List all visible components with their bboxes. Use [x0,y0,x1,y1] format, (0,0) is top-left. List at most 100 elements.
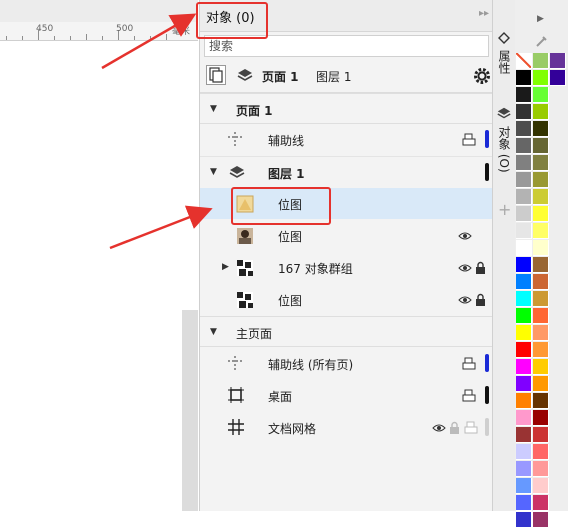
color-swatch[interactable] [516,512,532,528]
color-swatch[interactable] [533,495,549,511]
color-swatch[interactable] [533,393,549,409]
color-swatch[interactable] [516,291,532,307]
current-layer-label[interactable]: 图层 1 [316,68,351,85]
color-swatch[interactable] [533,172,549,188]
color-swatch[interactable] [533,257,549,273]
color-swatch[interactable] [516,342,532,358]
expand-arrow-icon[interactable]: ▶ [222,262,229,272]
no-color-swatch[interactable] [516,53,532,69]
tree-row-layer-1[interactable]: ▼ 图层 1 [200,156,493,188]
color-swatch[interactable] [533,240,549,256]
lock-icon[interactable] [475,261,486,274]
color-swatch[interactable] [533,155,549,171]
color-swatch[interactable] [516,427,532,443]
printer-icon[interactable] [462,133,476,147]
tree-row-desktop[interactable]: 桌面 [200,380,493,411]
tree-row-guides[interactable]: 辅助线 [200,124,493,155]
collapse-panel-icon[interactable]: ▸▸ [479,8,489,19]
collapse-arrow-icon[interactable]: ▼ [210,327,217,337]
color-swatch[interactable] [533,53,549,69]
color-swatch[interactable] [516,206,532,222]
gear-icon[interactable] [472,66,492,86]
current-page-label[interactable]: 页面 1 [262,68,299,85]
color-swatch[interactable] [533,325,549,341]
printer-icon[interactable] [462,389,476,403]
tab-properties[interactable]: 属性 [495,50,513,74]
color-swatch[interactable] [516,274,532,290]
printer-icon[interactable] [464,421,478,435]
color-swatch[interactable] [533,104,549,120]
color-swatch[interactable] [516,104,532,120]
color-swatch[interactable] [533,427,549,443]
color-swatch[interactable] [516,240,532,256]
color-swatch[interactable] [533,291,549,307]
tree-row-document-grid[interactable]: 文档网格 [200,412,493,443]
color-swatch[interactable] [533,308,549,324]
color-swatch[interactable] [516,87,532,103]
page-icon [209,67,223,83]
color-swatch[interactable] [533,138,549,154]
layers-icon [237,69,253,81]
color-swatch[interactable] [533,512,549,528]
color-swatch[interactable] [550,53,566,69]
tree-row-guides-all[interactable]: 辅助线 (所有页) [200,348,493,379]
color-swatch[interactable] [516,121,532,137]
horizontal-ruler[interactable]: 450 500 毫米 [0,22,198,41]
eye-icon[interactable] [458,262,472,274]
color-swatch[interactable] [533,359,549,375]
collapse-arrow-icon[interactable]: ▼ [210,104,217,114]
tab-objects[interactable]: 对象 (O) [495,126,513,173]
color-swatch[interactable] [516,325,532,341]
tree-row-group[interactable]: ▶ 167 对象群组 [200,252,493,283]
color-swatch[interactable] [516,410,532,426]
color-swatch[interactable] [516,138,532,154]
drawing-canvas[interactable] [0,0,198,511]
color-swatch[interactable] [516,257,532,273]
color-swatch[interactable] [533,342,549,358]
color-swatch[interactable] [533,478,549,494]
eye-icon[interactable] [432,422,446,434]
color-swatch[interactable] [533,121,549,137]
color-swatch[interactable] [533,223,549,239]
color-swatch[interactable] [516,308,532,324]
search-input[interactable] [205,36,483,56]
master-page-label: 主页面 [236,327,273,341]
page-1-header[interactable]: ▼ 页面 1 [200,93,493,124]
color-swatch[interactable] [516,495,532,511]
color-swatch[interactable] [550,70,566,86]
color-swatch[interactable] [533,461,549,477]
palette-scroll-up-icon[interactable]: ▶ [537,14,544,24]
color-swatch[interactable] [533,70,549,86]
color-swatch[interactable] [533,376,549,392]
color-swatch[interactable] [516,478,532,494]
color-swatch[interactable] [533,444,549,460]
master-page-header[interactable]: ▼ 主页面 [200,316,493,347]
color-swatch[interactable] [516,393,532,409]
lock-icon[interactable] [449,421,460,434]
add-docker-icon[interactable]: + [498,200,511,219]
collapse-arrow-icon[interactable]: ▼ [210,167,217,177]
color-swatch[interactable] [533,206,549,222]
eye-icon[interactable] [458,294,472,306]
tree-row-bitmap[interactable]: 位图 [200,284,493,315]
new-page-button[interactable] [206,65,226,85]
color-swatch[interactable] [516,376,532,392]
lock-icon[interactable] [475,293,486,306]
color-swatch[interactable] [516,461,532,477]
color-swatch[interactable] [516,155,532,171]
color-swatch[interactable] [516,189,532,205]
color-swatch[interactable] [533,189,549,205]
color-swatch[interactable] [516,444,532,460]
color-swatch[interactable] [516,359,532,375]
color-swatch[interactable] [516,70,532,86]
eyedropper-icon[interactable] [535,34,549,48]
bitmap-thumbnail-icon [237,292,253,308]
printer-icon[interactable] [462,357,476,371]
vertical-scrollbar[interactable] [182,310,198,511]
color-swatch[interactable] [516,172,532,188]
color-swatch[interactable] [533,410,549,426]
eye-icon[interactable] [458,230,472,242]
color-swatch[interactable] [516,223,532,239]
color-swatch[interactable] [533,274,549,290]
color-swatch[interactable] [533,87,549,103]
